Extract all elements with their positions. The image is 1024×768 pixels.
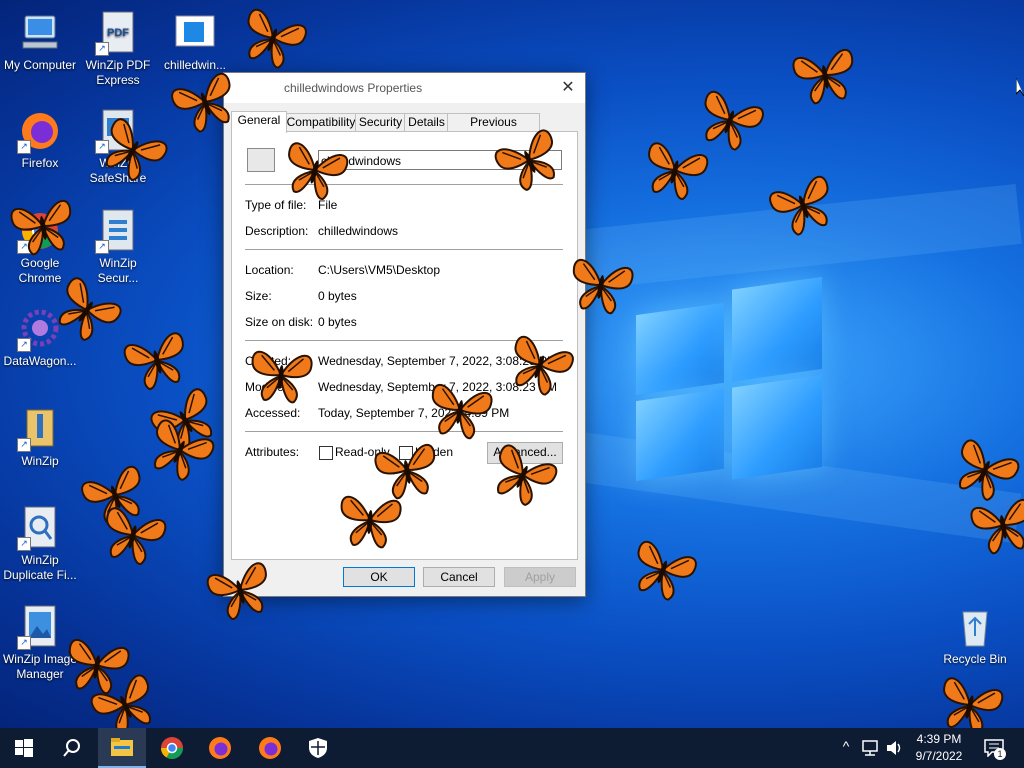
size-on-disk-label: Size on disk:: [245, 315, 314, 329]
tab-security[interactable]: Security: [355, 113, 406, 132]
taskbar-file-explorer[interactable]: [98, 728, 146, 768]
pdf-icon: PDF ↗: [95, 10, 141, 56]
recycle-bin-icon: [952, 604, 998, 650]
desktop-icon-label: My Computer: [3, 58, 77, 72]
butterfly-icon: [91, 497, 174, 573]
file-explorer-icon: [111, 738, 133, 756]
butterfly-icon: [785, 39, 864, 110]
butterfly-icon: [333, 487, 408, 553]
size-label: Size:: [245, 289, 272, 303]
apply-button[interactable]: Apply: [504, 567, 576, 587]
notification-badge: 1: [994, 748, 1006, 760]
window-file-icon: [172, 10, 218, 56]
desktop-icon-label: Recycle Bin: [943, 652, 1007, 666]
tab-compatibility[interactable]: Compatibility: [285, 113, 357, 132]
windows-logo-wallpaper: [636, 276, 822, 491]
firefox-icon: [209, 737, 231, 759]
clock-date: 9/7/2022: [915, 749, 963, 763]
network-icon[interactable]: [862, 740, 880, 756]
separator: [245, 249, 563, 250]
file-type-icon: [247, 148, 275, 172]
location-value: C:\Users\VM5\Desktop: [318, 263, 441, 277]
winzip-secure-icon: ↗: [95, 208, 141, 254]
mouse-cursor-icon: [1016, 78, 1024, 96]
firefox-icon: ↗: [17, 108, 63, 154]
desktop-icon-winzip-pdf-express[interactable]: PDF ↗ WinZip PDF Express: [78, 10, 158, 88]
desktop-icon-label: Firefox: [21, 156, 59, 170]
readonly-checkbox[interactable]: [319, 446, 333, 460]
desktop-icon-winzip[interactable]: ↗ WinZip: [0, 406, 80, 469]
desktop-icon-winzip-secure[interactable]: ↗ WinZip Secur...: [78, 208, 158, 286]
desktop-icon-label: WinZip PDF Express: [85, 58, 151, 87]
attributes-label: Attributes:: [245, 445, 300, 459]
firefox-icon: [259, 737, 281, 759]
ok-button[interactable]: OK: [343, 567, 415, 587]
close-button[interactable]: ✕: [551, 73, 585, 103]
action-center-button[interactable]: 1: [978, 728, 1024, 768]
clock-time: 4:39 PM: [916, 732, 962, 746]
search-button[interactable]: [48, 728, 96, 768]
computer-icon: [17, 10, 63, 56]
taskbar-firefox-1[interactable]: [196, 728, 244, 768]
tab-general[interactable]: General: [231, 111, 287, 133]
desktop-icon-recycle-bin[interactable]: Recycle Bin: [935, 604, 1015, 667]
butterfly-icon: [3, 190, 82, 261]
chevron-up-icon[interactable]: ^: [838, 738, 854, 754]
winzip-icon: ↗: [17, 406, 63, 452]
type-label: Type of file:: [245, 198, 307, 212]
windows-start-icon: [15, 739, 33, 757]
butterfly-icon: [620, 530, 706, 610]
butterfly-icon: [928, 667, 1011, 728]
description-label: Description:: [245, 224, 309, 238]
dialog-title: chilledwindows Properties: [284, 81, 423, 95]
security-shield-icon: [309, 738, 327, 758]
desktop-icon-label: WinZip: [21, 454, 59, 468]
volume-icon[interactable]: [886, 740, 904, 756]
butterfly-icon: [633, 132, 716, 208]
accessed-label: Accessed:: [245, 406, 301, 420]
description-value: chilledwindows: [318, 224, 399, 238]
separator: [245, 431, 563, 432]
size-on-disk-value: 0 bytes: [318, 315, 357, 329]
size-value: 0 bytes: [318, 289, 357, 303]
desktop-icon-label: WinZip Duplicate Fi...: [3, 553, 77, 582]
taskbar-chrome[interactable]: [148, 728, 196, 768]
clock[interactable]: 4:39 PM 9/7/2022: [908, 731, 970, 765]
taskbar: ^ 4:39 PM 9/7/2022 1: [0, 728, 1024, 768]
butterfly-icon: [561, 249, 640, 320]
butterfly-icon: [230, 0, 316, 78]
taskbar-windows-security[interactable]: [294, 728, 342, 768]
start-button[interactable]: [0, 728, 48, 768]
close-icon: ✕: [561, 79, 575, 96]
desktop-icon-my-computer[interactable]: My Computer: [0, 10, 80, 73]
butterfly-icon: [198, 552, 281, 628]
desktop-icon-firefox[interactable]: ↗ Firefox: [0, 108, 80, 171]
butterfly-icon: [963, 489, 1024, 560]
taskbar-firefox-2[interactable]: [246, 728, 294, 768]
duplicate-finder-icon: ↗: [17, 505, 63, 551]
search-icon: [63, 739, 80, 757]
title-bar[interactable]: chilledwindows Properties ✕: [224, 73, 585, 103]
chrome-icon: [161, 737, 183, 759]
butterfly-icon: [244, 342, 319, 408]
desktop: My Computer PDF ↗ WinZip PDF Express chi…: [0, 0, 1024, 728]
location-label: Location:: [245, 263, 294, 277]
desktop-icon-winzip-duplicate-finder[interactable]: ↗ WinZip Duplicate Fi...: [0, 505, 80, 583]
desktop-icon-label: DataWagon...: [3, 354, 77, 368]
image-manager-icon: ↗: [17, 604, 63, 650]
tab-details[interactable]: Details: [404, 113, 449, 132]
cancel-button[interactable]: Cancel: [423, 567, 495, 587]
svg-text:PDF: PDF: [107, 27, 129, 39]
